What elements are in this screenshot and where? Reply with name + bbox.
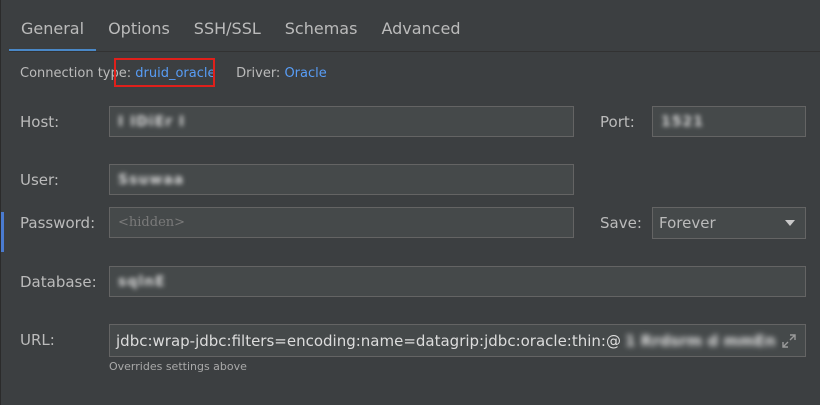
password-label: Password:	[20, 214, 96, 232]
database-value: sqlnE	[118, 273, 166, 290]
host-label: Host:	[20, 113, 60, 131]
port-value: 1521	[661, 113, 704, 130]
user-value: Ssuwaa	[118, 171, 185, 188]
tab-schemas[interactable]: Schemas	[273, 10, 370, 50]
save-select-value: Forever	[659, 214, 716, 232]
user-input[interactable]: Ssuwaa	[109, 164, 574, 195]
url-input[interactable]: jdbc:wrap-jdbc:filters=encoding:name=dat…	[109, 324, 806, 357]
url-label: URL:	[20, 331, 55, 349]
tab-ssh-ssl[interactable]: SSH/SSL	[182, 10, 273, 50]
chevron-down-icon	[785, 220, 795, 226]
tab-general[interactable]: General	[9, 10, 97, 52]
host-value: I IDiEr I	[118, 113, 186, 130]
url-hint: Overrides settings above	[109, 360, 247, 373]
highlight-box	[114, 58, 215, 87]
password-input[interactable]: <hidden>	[109, 207, 574, 238]
port-label: Port:	[600, 113, 635, 131]
tabs-divider	[9, 51, 820, 52]
database-input[interactable]: sqlnE	[109, 266, 806, 297]
host-input[interactable]: I IDiEr I	[109, 106, 574, 137]
url-masked-value: 1 Rrdsrm d mmEn	[624, 331, 776, 350]
user-label: User:	[20, 171, 59, 189]
password-placeholder: <hidden>	[118, 215, 186, 230]
tab-options[interactable]: Options	[96, 10, 182, 50]
expand-icon[interactable]	[781, 333, 797, 349]
save-select[interactable]: Forever	[652, 207, 806, 239]
url-value: jdbc:wrap-jdbc:filters=encoding:name=dat…	[116, 331, 621, 350]
port-input[interactable]: 1521	[652, 106, 806, 137]
settings-tabs: General Options SSH/SSL Schemas Advanced	[9, 10, 472, 52]
driver-label: Driver:	[236, 66, 281, 81]
tab-advanced[interactable]: Advanced	[369, 10, 472, 50]
data-source-general-panel: General Options SSH/SSL Schemas Advanced…	[0, 0, 820, 405]
left-edge-accent	[1, 212, 4, 252]
database-label: Database:	[20, 273, 97, 291]
driver-link[interactable]: Oracle	[284, 66, 326, 81]
save-label: Save:	[600, 214, 642, 232]
